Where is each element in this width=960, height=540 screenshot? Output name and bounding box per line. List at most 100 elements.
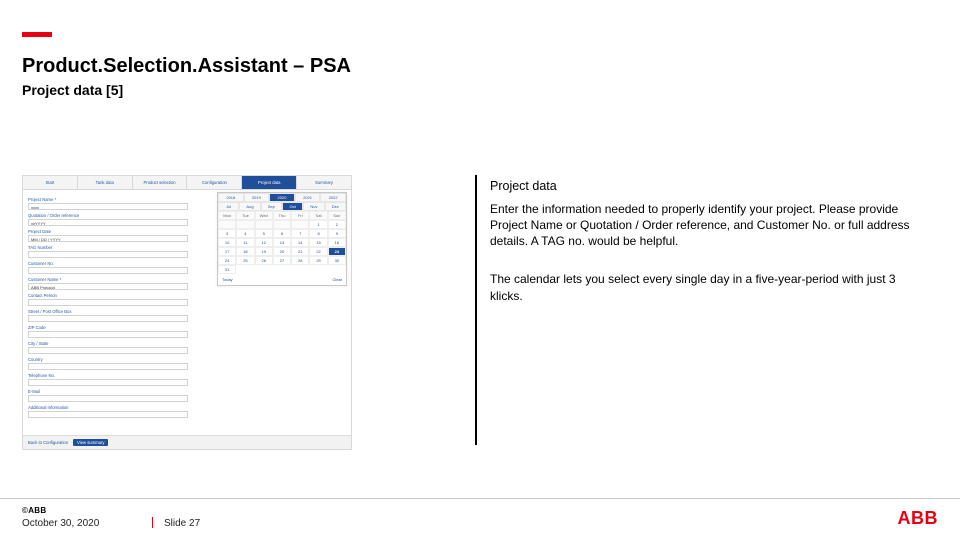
vertical-divider [475,175,477,445]
field-label: Telephone No. [28,373,188,378]
year-cell[interactable]: 2018 [218,193,244,202]
day-cell[interactable]: 11 [236,238,254,247]
day-cell[interactable]: 8 [309,229,327,238]
explainer-text: Project data Enter the information neede… [490,178,930,304]
year-cell[interactable]: 2019 [244,193,270,202]
field-input[interactable] [28,267,188,274]
day-cell[interactable]: 20 [273,247,291,256]
back-link[interactable]: Back to Configuration [28,440,68,445]
day-cell[interactable]: 29 [309,256,327,265]
day-cell[interactable]: 1 [309,220,327,229]
explainer-para-1: Enter the information needed to properly… [490,201,930,250]
day-cell[interactable]: 27 [273,256,291,265]
wizard-tab[interactable]: Configuration [187,176,242,189]
day-cell[interactable]: 7 [291,229,309,238]
day-cell-empty: . [218,220,236,229]
field-input[interactable]: xxxx [28,203,188,210]
day-cell[interactable]: 4 [236,229,254,238]
view-summary-button[interactable]: View summary [73,439,108,446]
day-cell[interactable]: 16 [328,238,346,247]
day-cell[interactable]: 19 [255,247,273,256]
day-header: Sun [328,211,346,220]
wizard-tab[interactable]: Start [23,176,78,189]
day-cell[interactable]: 18 [236,247,254,256]
field-input[interactable]: xxYYYY [28,219,188,226]
date-picker[interactable]: 20182019202020212022JulAugSepOctNovDecMo… [217,192,347,286]
today-button[interactable]: Today [222,277,233,282]
day-header: Mon [218,211,236,220]
field-label: City / State [28,341,188,346]
day-cell[interactable]: 17 [218,247,236,256]
year-cell[interactable]: 2022 [320,193,346,202]
day-header: Tue [236,211,254,220]
day-cell[interactable]: 24 [218,256,236,265]
field-input[interactable] [28,331,188,338]
day-cell[interactable]: 30 [328,256,346,265]
field-input[interactable] [28,315,188,322]
day-cell[interactable]: 6 [273,229,291,238]
day-cell[interactable]: 22 [309,247,327,256]
year-cell[interactable]: 2020 [269,193,295,202]
field-input[interactable] [28,379,188,386]
field-input[interactable] [28,395,188,402]
day-cell[interactable]: 12 [255,238,273,247]
day-cell[interactable]: 25 [236,256,254,265]
field-label: Customer Name * [28,277,188,282]
field-input[interactable] [28,363,188,370]
day-header: Thu [273,211,291,220]
day-cell[interactable]: 23 [328,247,346,256]
day-cell[interactable]: 5 [255,229,273,238]
month-cell[interactable]: Sep [261,202,282,211]
explainer-para-2: The calendar lets you select every singl… [490,271,930,303]
field-label: Project Name * [28,197,188,202]
wizard-tab[interactable]: Project data [242,176,297,189]
field-label: Street / Post Office Box [28,309,188,314]
field-label: Project Date [28,229,188,234]
field-input[interactable]: MM / DD / YYYY [28,235,188,242]
year-cell[interactable]: 2021 [295,193,321,202]
field-label: Additional Information [28,405,188,410]
field-input[interactable] [28,251,188,258]
month-cell[interactable]: Jul [218,202,239,211]
footer-slide-number: Slide 27 [164,518,200,529]
page-title: Product.Selection.Assistant – PSA [22,55,351,78]
wizard-tab[interactable]: Tank data [78,176,133,189]
explainer-heading: Project data [490,178,930,195]
abb-logo: ABB [898,508,939,529]
accent-bar [22,32,52,37]
month-cell[interactable]: Oct [282,202,303,211]
clear-button[interactable]: Clear [332,277,342,282]
app-screenshot: StartTank dataProduct selectionConfigura… [22,175,352,450]
day-cell[interactable]: 10 [218,238,236,247]
day-header: Sat [309,211,327,220]
day-cell-empty: . [236,220,254,229]
month-cell[interactable]: Dec [325,202,346,211]
day-cell[interactable]: 2 [328,220,346,229]
field-label: E-Mail [28,389,188,394]
day-cell[interactable]: 31 [218,265,236,274]
field-label: TAG Number [28,245,188,250]
field-label: Contact Person [28,293,188,298]
field-input[interactable] [28,347,188,354]
day-cell[interactable]: 21 [291,247,309,256]
field-input[interactable]: ABB Protocol [28,283,188,290]
day-cell[interactable]: 9 [328,229,346,238]
day-cell[interactable]: 14 [291,238,309,247]
day-cell[interactable]: 26 [255,256,273,265]
wizard-tab[interactable]: Product selection [133,176,188,189]
day-cell-empty: . [291,220,309,229]
field-input[interactable] [28,299,188,306]
month-cell[interactable]: Nov [303,202,324,211]
day-cell[interactable]: 3 [218,229,236,238]
day-cell-empty: . [273,220,291,229]
field-label: Country [28,357,188,362]
month-cell[interactable]: Aug [239,202,260,211]
day-cell[interactable]: 13 [273,238,291,247]
field-input[interactable] [28,411,188,418]
footer-separator [152,517,153,528]
day-cell[interactable]: 28 [291,256,309,265]
day-cell[interactable]: 15 [309,238,327,247]
footer-copyright: ©ABB [22,506,46,515]
day-header: Fri [291,211,309,220]
wizard-tab[interactable]: Summary [297,176,351,189]
